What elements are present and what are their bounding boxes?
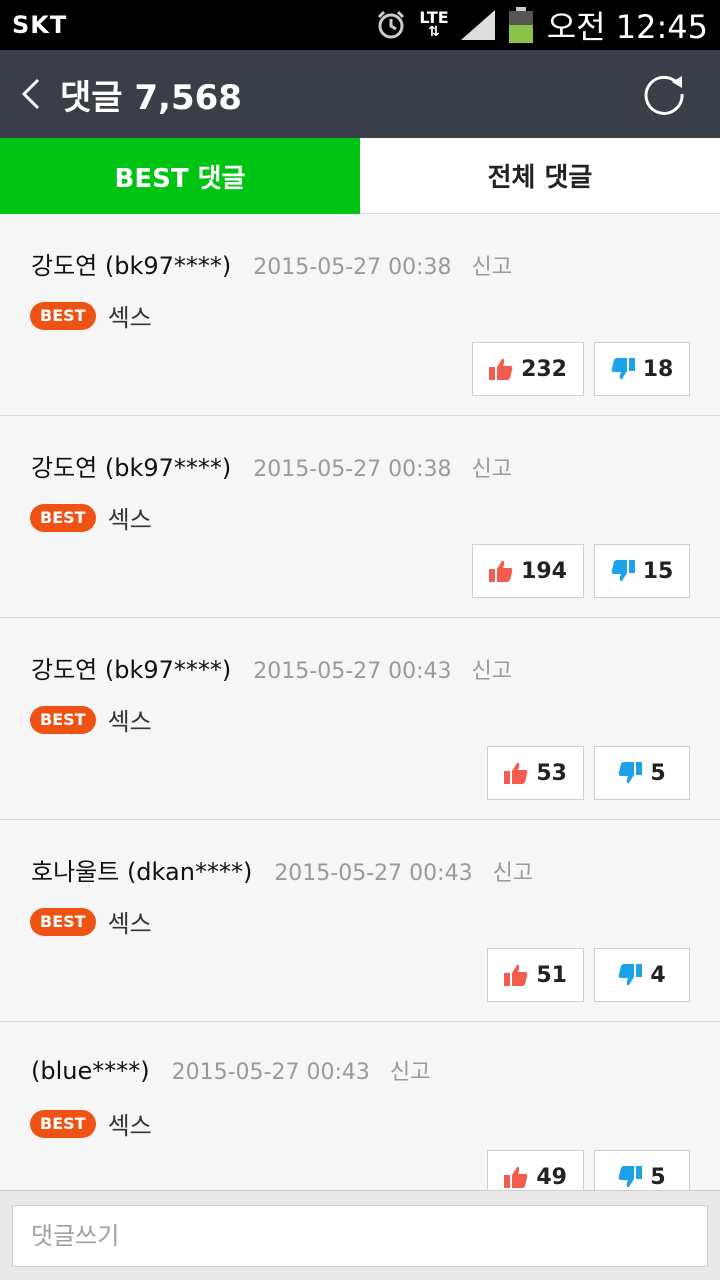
carrier-label: SKT [12, 11, 68, 39]
refresh-button[interactable] [640, 70, 688, 118]
comment-date: 2015-05-27 00:43 [274, 861, 473, 886]
back-button[interactable] [0, 50, 60, 138]
dislike-count: 18 [642, 356, 674, 382]
comment-text: 섹스 [107, 506, 152, 534]
comment-item: 강도연 (bk97****) 2015-05-27 00:38 신고 BEST … [0, 214, 720, 416]
signal-icon [460, 10, 495, 40]
chevron-left-icon [21, 78, 40, 110]
like-count: 49 [536, 1164, 567, 1190]
best-badge: BEST [30, 503, 96, 532]
comment-author: 호나울트 (dkan****) [31, 858, 253, 886]
thumbs-up-icon [504, 762, 528, 784]
dislike-button[interactable]: 4 [594, 948, 690, 1002]
thumbs-up-icon [504, 1166, 528, 1188]
page-title: 댓글 7,568 [60, 77, 242, 118]
like-button[interactable]: 51 [487, 948, 584, 1002]
thumbs-down-icon [619, 762, 643, 784]
best-badge: BEST [30, 301, 96, 330]
thumbs-down-icon [611, 560, 635, 582]
comment-input-bar [0, 1190, 720, 1280]
thumbs-up-icon [489, 560, 513, 582]
comment-item: 강도연 (bk97****) 2015-05-27 00:43 신고 BEST … [0, 618, 720, 820]
comment-date: 2015-05-27 00:38 [253, 457, 452, 482]
refresh-icon [644, 75, 684, 115]
dislike-count: 15 [642, 558, 674, 584]
thumbs-up-icon [489, 358, 513, 380]
comment-text: 섹스 [107, 910, 152, 938]
dislike-count: 5 [650, 760, 666, 786]
comment-author: (blue****) [31, 1057, 150, 1085]
report-link[interactable]: 신고 [390, 1054, 430, 1086]
dislike-count: 4 [650, 962, 666, 988]
battery-icon [508, 7, 533, 43]
alarm-icon [378, 10, 405, 39]
like-button[interactable]: 53 [487, 746, 584, 800]
comment-author: 강도연 (bk97****) [31, 454, 232, 482]
thumbs-down-icon [611, 358, 635, 380]
thumbs-up-icon [504, 964, 528, 986]
tab-best-comments[interactable]: BEST 댓글 [0, 138, 360, 214]
status-bar: SKT LTE ⇅ 오전 12:45 [0, 0, 720, 50]
comment-item: 강도연 (bk97****) 2015-05-27 00:38 신고 BEST … [0, 416, 720, 618]
dislike-button[interactable]: 15 [594, 544, 690, 598]
like-count: 51 [536, 962, 567, 988]
report-link[interactable]: 신고 [472, 653, 512, 685]
thumbs-down-icon [619, 1166, 643, 1188]
comment-text: 섹스 [107, 304, 152, 332]
comment-item: (blue****) 2015-05-27 00:43 신고 BEST 섹스 4… [0, 1022, 720, 1190]
comment-author: 강도연 (bk97****) [31, 252, 232, 280]
comment-date: 2015-05-27 00:43 [253, 659, 452, 684]
comment-list[interactable]: 강도연 (bk97****) 2015-05-27 00:38 신고 BEST … [0, 214, 720, 1190]
like-count: 53 [536, 760, 567, 786]
dislike-button[interactable]: 5 [594, 746, 690, 800]
comment-date: 2015-05-27 00:38 [253, 255, 452, 280]
report-link[interactable]: 신고 [493, 855, 533, 887]
thumbs-down-icon [619, 964, 643, 986]
like-count: 194 [521, 558, 567, 584]
comment-text: 섹스 [107, 1112, 152, 1140]
comment-text: 섹스 [107, 708, 152, 736]
comment-input[interactable] [12, 1205, 708, 1267]
like-button[interactable]: 194 [472, 544, 584, 598]
comment-author: 강도연 (bk97****) [31, 656, 232, 684]
like-button[interactable]: 49 [487, 1150, 584, 1190]
best-badge: BEST [30, 705, 96, 734]
report-link[interactable]: 신고 [472, 451, 512, 483]
dislike-button[interactable]: 5 [594, 1150, 690, 1190]
like-button[interactable]: 232 [472, 342, 584, 396]
like-count: 232 [521, 356, 567, 382]
best-badge: BEST [30, 907, 96, 936]
tab-all-comments[interactable]: 전체 댓글 [360, 138, 720, 214]
status-icons: LTE ⇅ 오전 12:45 [375, 2, 708, 48]
app-bar: 댓글 7,568 [0, 50, 720, 138]
dislike-count: 5 [650, 1164, 666, 1190]
tab-bar: BEST 댓글 전체 댓글 [0, 138, 720, 214]
lte-icon: LTE ⇅ [419, 8, 449, 40]
best-badge: BEST [30, 1109, 96, 1138]
dislike-button[interactable]: 18 [594, 342, 690, 396]
comment-item: 호나울트 (dkan****) 2015-05-27 00:43 신고 BEST… [0, 820, 720, 1022]
report-link[interactable]: 신고 [472, 249, 512, 281]
clock: 오전 12:45 [546, 8, 708, 46]
comment-date: 2015-05-27 00:43 [171, 1060, 370, 1085]
